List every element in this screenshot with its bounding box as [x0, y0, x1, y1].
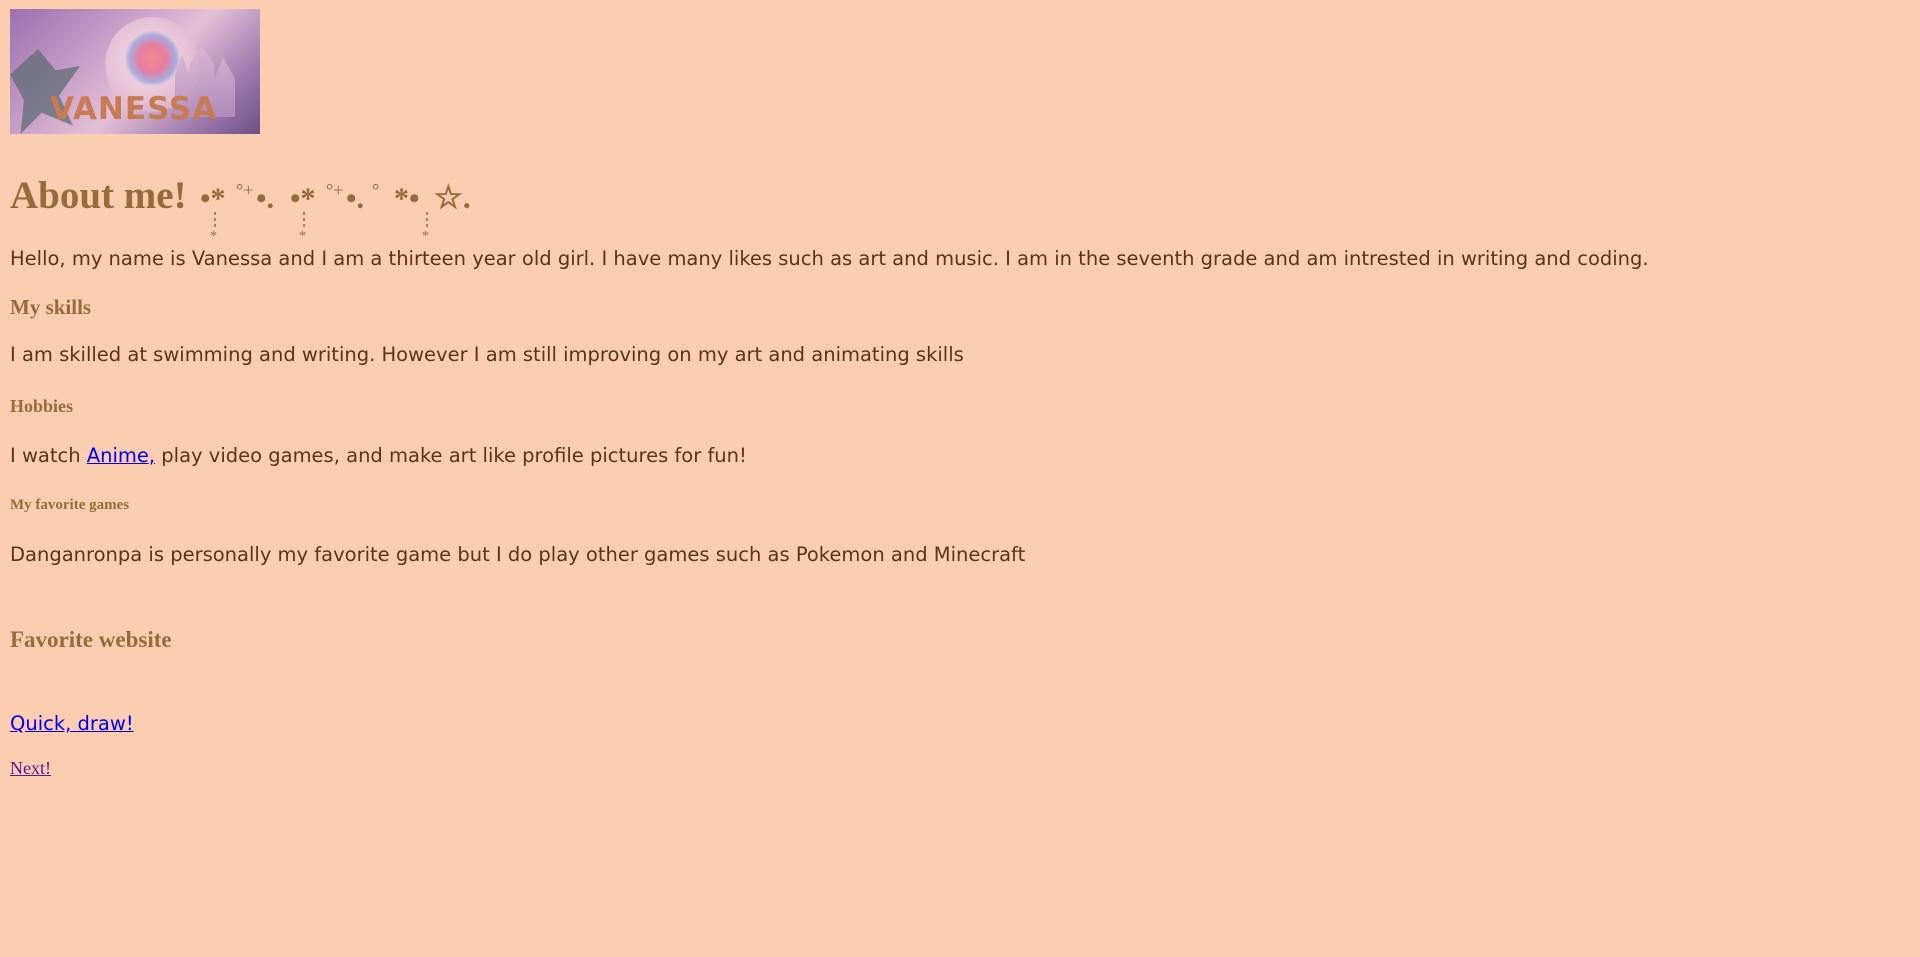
favorite-games-paragraph: Danganronpa is personally my favorite ga…	[10, 543, 1026, 566]
favorite-website-heading: Favorite website	[10, 627, 172, 652]
svg-text:☆.: ☆.	[434, 179, 471, 215]
next-page-link[interactable]: Next!	[10, 757, 51, 779]
svg-text:°+: °+	[326, 180, 343, 200]
hobbies-text-after: play video games, and make art like prof…	[155, 444, 747, 467]
decorative-stars: •* °+ •. •* °+ •. ° *• ☆. * * *	[200, 179, 471, 240]
page-title: About me!	[10, 174, 187, 217]
intro-paragraph: Hello, my name is Vanessa and I am a thi…	[10, 247, 1649, 270]
hobbies-heading: Hobbies	[10, 396, 74, 416]
banner-logo-text: VANESSA	[50, 91, 218, 127]
vanessa-banner-image: VANESSA	[10, 9, 260, 134]
skills-heading: My skills	[10, 295, 92, 319]
svg-text:•.: •.	[346, 182, 364, 215]
svg-text:*: *	[299, 229, 306, 240]
svg-text:*•: *•	[394, 182, 420, 215]
anime-link[interactable]: Anime,	[87, 444, 155, 467]
svg-text:*: *	[422, 229, 429, 240]
svg-text:°: °	[372, 180, 379, 200]
svg-text:•*: •*	[290, 182, 316, 215]
hobbies-paragraph: I watch Anime, play video games, and mak…	[10, 444, 747, 468]
favorite-games-heading: My favorite games	[10, 497, 130, 513]
svg-text:°+: °+	[236, 180, 253, 200]
hobbies-text-before: I watch	[10, 444, 87, 467]
svg-text:*: *	[210, 229, 217, 240]
skills-paragraph: I am skilled at swimming and writing. Ho…	[10, 343, 964, 366]
character-graphic	[125, 31, 180, 86]
svg-text:•.: •.	[256, 182, 274, 215]
quick-draw-link[interactable]: Quick, draw!	[10, 712, 134, 736]
svg-text:•*: •*	[200, 182, 226, 215]
